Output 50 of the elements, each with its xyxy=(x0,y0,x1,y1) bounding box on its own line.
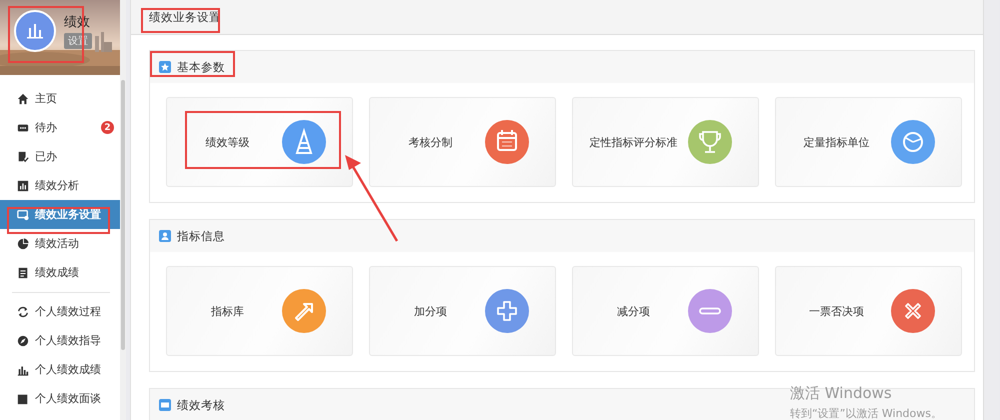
setting-card[interactable]: 定量指标单位 xyxy=(775,97,962,187)
scrollbar-thumb[interactable] xyxy=(121,80,125,350)
screen-gear-icon xyxy=(17,208,29,220)
document-check-icon xyxy=(17,150,29,162)
contact-icon xyxy=(159,230,171,242)
setting-card[interactable]: 指标库 xyxy=(166,266,353,356)
setting-card[interactable]: 减分项 xyxy=(572,266,759,356)
section-title: 绩效考核 xyxy=(177,398,225,412)
nav-item[interactable]: 个人绩效指导 xyxy=(0,326,120,355)
bar-chart-icon xyxy=(17,180,29,192)
count-badge: 2 xyxy=(101,121,114,134)
bar-chart-icon xyxy=(17,364,29,376)
nav-item[interactable]: 绩效业务设置 xyxy=(0,200,120,229)
nav-item[interactable]: 个人绩效过程 xyxy=(0,297,120,326)
activation-title: 激活 Windows xyxy=(790,384,893,403)
nav-label: 主页 xyxy=(35,91,57,106)
nav-item[interactable]: 绩效分析 xyxy=(0,171,120,200)
window-icon xyxy=(159,399,171,411)
nav-label: 绩效业务设置 xyxy=(35,207,101,222)
nav-item[interactable]: 主页 xyxy=(0,84,120,113)
message-icon xyxy=(17,122,29,134)
section-title: 指标信息 xyxy=(177,228,225,244)
star-icon xyxy=(159,61,171,73)
refresh-icon xyxy=(17,306,29,318)
compass-icon xyxy=(17,334,29,346)
setting-card[interactable]: 绩效等级 xyxy=(166,97,353,187)
setting-card[interactable]: 一票否决项 xyxy=(775,266,962,356)
nav-item[interactable]: 个人绩效面谈 xyxy=(0,384,120,413)
nav-label: 个人绩效指导 xyxy=(35,333,101,348)
nav-label: 个人绩效过程 xyxy=(35,304,101,319)
section-title: 基本参数 xyxy=(177,60,225,74)
activation-text: 转到“设置”以激活 Windows。 xyxy=(790,406,942,420)
setting-card[interactable]: 加分项 xyxy=(369,266,556,356)
nav-item[interactable]: 待办 2 xyxy=(0,113,120,142)
home-icon xyxy=(17,92,29,104)
nav-item[interactable]: 绩效成绩 xyxy=(0,258,120,287)
nav-label: 绩效成绩 xyxy=(35,265,79,280)
nav-label: 绩效活动 xyxy=(35,236,79,251)
bar-chart-icon xyxy=(26,22,44,40)
nav-item[interactable]: 个人绩效成绩 xyxy=(0,355,120,384)
nav-item[interactable]: 绩效活动 xyxy=(0,229,120,258)
nav-label: 待办 xyxy=(35,120,57,135)
nav-label: 个人绩效面谈 xyxy=(35,391,101,406)
nav-label: 个人绩效成绩 xyxy=(35,362,101,377)
pie-chart-icon xyxy=(17,238,29,250)
setting-card[interactable]: 考核分制 xyxy=(369,97,556,187)
nav-label: 已办 xyxy=(35,149,57,164)
nav-label: 绩效分析 xyxy=(35,178,79,193)
setting-card[interactable]: 定性指标评分标准 xyxy=(572,97,759,187)
nav-item[interactable]: 已办 xyxy=(0,142,120,171)
